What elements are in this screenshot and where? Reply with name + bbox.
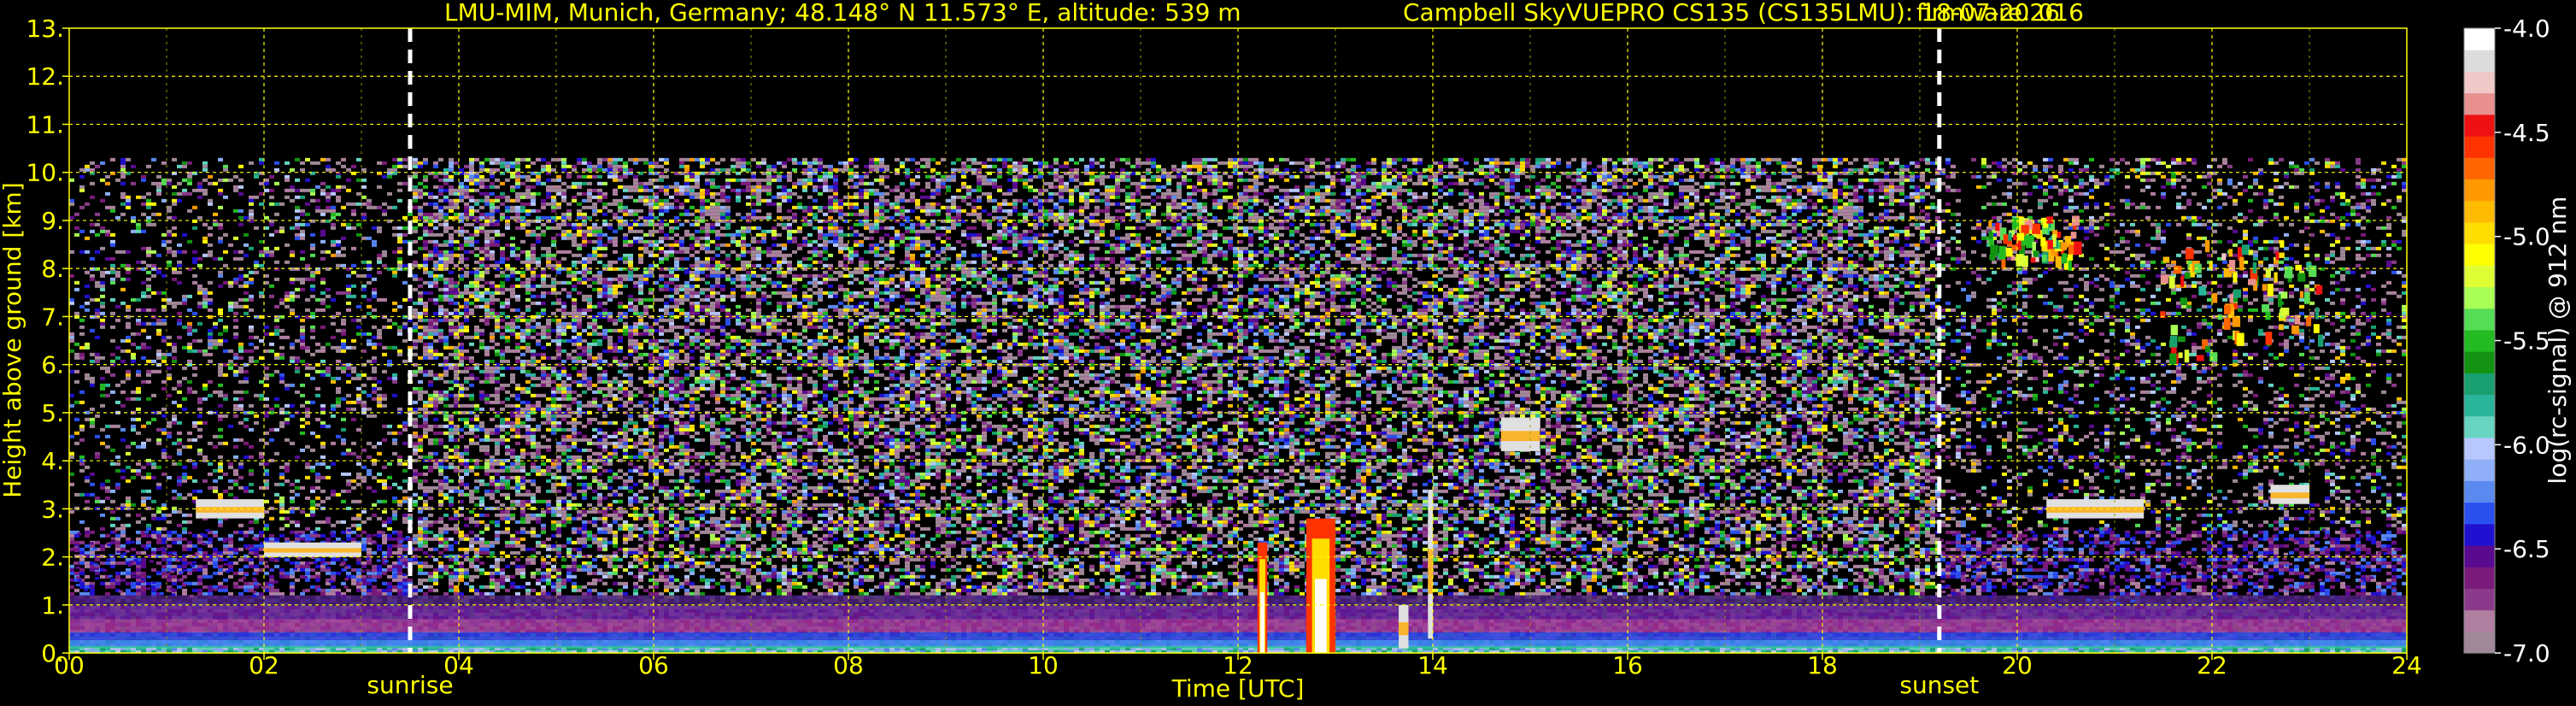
colorbar-swatch bbox=[2464, 395, 2495, 417]
colorbar-swatch bbox=[2464, 610, 2495, 632]
colorbar-swatch bbox=[2464, 179, 2495, 201]
y-tick-label: 11. bbox=[26, 110, 64, 138]
colorbar-swatch bbox=[2464, 632, 2495, 654]
y-axis-ticks: 0.1.2.3.4.5.6.7.8.9.10.11.12.13. bbox=[26, 15, 69, 668]
colorbar-swatch bbox=[2464, 222, 2495, 244]
y-tick-label: 12. bbox=[26, 62, 64, 91]
colorbar-swatch bbox=[2464, 567, 2495, 589]
colorbar-label: log(rc-signal) @ 912 nm bbox=[2544, 197, 2572, 485]
y-tick-label: 13. bbox=[26, 15, 64, 43]
sunset-label: sunset bbox=[1899, 671, 1979, 699]
sunrise-label: sunrise bbox=[367, 671, 453, 699]
colorbar-swatch bbox=[2464, 286, 2495, 309]
feature-precipitation bbox=[1306, 519, 1335, 653]
feature-cloud bbox=[1501, 417, 1540, 450]
y-tick-label: 6. bbox=[41, 351, 64, 379]
colorbar-swatch bbox=[2464, 524, 2495, 546]
feature-cloud bbox=[2270, 485, 2309, 503]
colorbar-tick-label: -4.5 bbox=[2503, 119, 2550, 147]
x-tick-label: 18 bbox=[1807, 651, 1838, 680]
y-tick-label: 9. bbox=[41, 207, 64, 235]
x-tick-label: 22 bbox=[2197, 651, 2227, 680]
x-tick-label: 16 bbox=[1612, 651, 1643, 680]
x-tick-label: 04 bbox=[443, 651, 474, 680]
colorbar-swatch bbox=[2464, 50, 2495, 72]
colorbar-tick-label: -6.5 bbox=[2503, 535, 2550, 563]
colorbar-swatch bbox=[2464, 136, 2495, 158]
x-tick-label: 02 bbox=[249, 651, 279, 680]
colorbar-swatch bbox=[2464, 201, 2495, 223]
feature-precipitation bbox=[1258, 543, 1267, 653]
x-tick-label: 14 bbox=[1417, 651, 1448, 680]
y-tick-label: 5. bbox=[41, 399, 64, 427]
x-tick-label: 24 bbox=[2391, 651, 2422, 680]
colorbar-swatch bbox=[2464, 438, 2495, 460]
colorbar-tick-label: -4.0 bbox=[2503, 15, 2550, 43]
x-axis-label: Time [UTC] bbox=[1171, 674, 1305, 703]
y-tick-label: 8. bbox=[41, 255, 64, 283]
y-axis-label: Height above ground [km] bbox=[0, 182, 26, 498]
x-tick-label: 20 bbox=[2002, 651, 2033, 680]
y-tick-label: 1. bbox=[41, 591, 64, 620]
y-tick-label: 3. bbox=[41, 495, 64, 523]
colorbar-swatch bbox=[2464, 265, 2495, 287]
title-firmware: firmware: 016 bbox=[1916, 0, 2084, 26]
colorbar-swatch bbox=[2464, 503, 2495, 525]
colorbar-swatch bbox=[2464, 157, 2495, 179]
y-tick-label: 2. bbox=[41, 544, 64, 572]
colorbar-swatch bbox=[2464, 351, 2495, 374]
ceilometer-chart: sunrise sunset 0.1.2.3.4.5.6.7.8.9.10.11.… bbox=[0, 0, 2576, 706]
feature-cloud bbox=[1428, 490, 1433, 638]
colorbar-swatch bbox=[2464, 115, 2495, 137]
feature-cloud bbox=[264, 543, 361, 557]
colorbar-swatch bbox=[2464, 309, 2495, 331]
colorbar-swatch bbox=[2464, 93, 2495, 115]
colorbar-swatch bbox=[2464, 588, 2495, 610]
title-station: LMU-MIM, Munich, Germany; 48.148° N 11.5… bbox=[444, 0, 1241, 26]
y-tick-label: 4. bbox=[41, 447, 64, 475]
colorbar-swatch bbox=[2464, 373, 2495, 395]
y-tick-label: 10. bbox=[26, 159, 64, 187]
colorbar-tick-label: -7.0 bbox=[2503, 639, 2550, 668]
x-tick-label: 06 bbox=[638, 651, 669, 680]
colorbar-swatch bbox=[2464, 28, 2495, 50]
colorbar-swatch bbox=[2464, 330, 2495, 352]
colorbar-swatch bbox=[2464, 244, 2495, 266]
colorbar-swatch bbox=[2464, 416, 2495, 438]
feature-cloud bbox=[1399, 605, 1408, 649]
colorbar-swatch bbox=[2464, 71, 2495, 93]
colorbar-swatch bbox=[2464, 459, 2495, 481]
x-tick-label: 08 bbox=[833, 651, 864, 680]
colorbar-swatch bbox=[2464, 480, 2495, 503]
x-tick-label: 00 bbox=[54, 651, 85, 680]
colorbar-swatch bbox=[2464, 545, 2495, 568]
colorbar: -4.0-4.5-5.0-5.5-6.0-6.5-7.0 bbox=[2464, 15, 2550, 668]
y-tick-label: 7. bbox=[41, 303, 64, 331]
x-tick-label: 10 bbox=[1028, 651, 1059, 680]
